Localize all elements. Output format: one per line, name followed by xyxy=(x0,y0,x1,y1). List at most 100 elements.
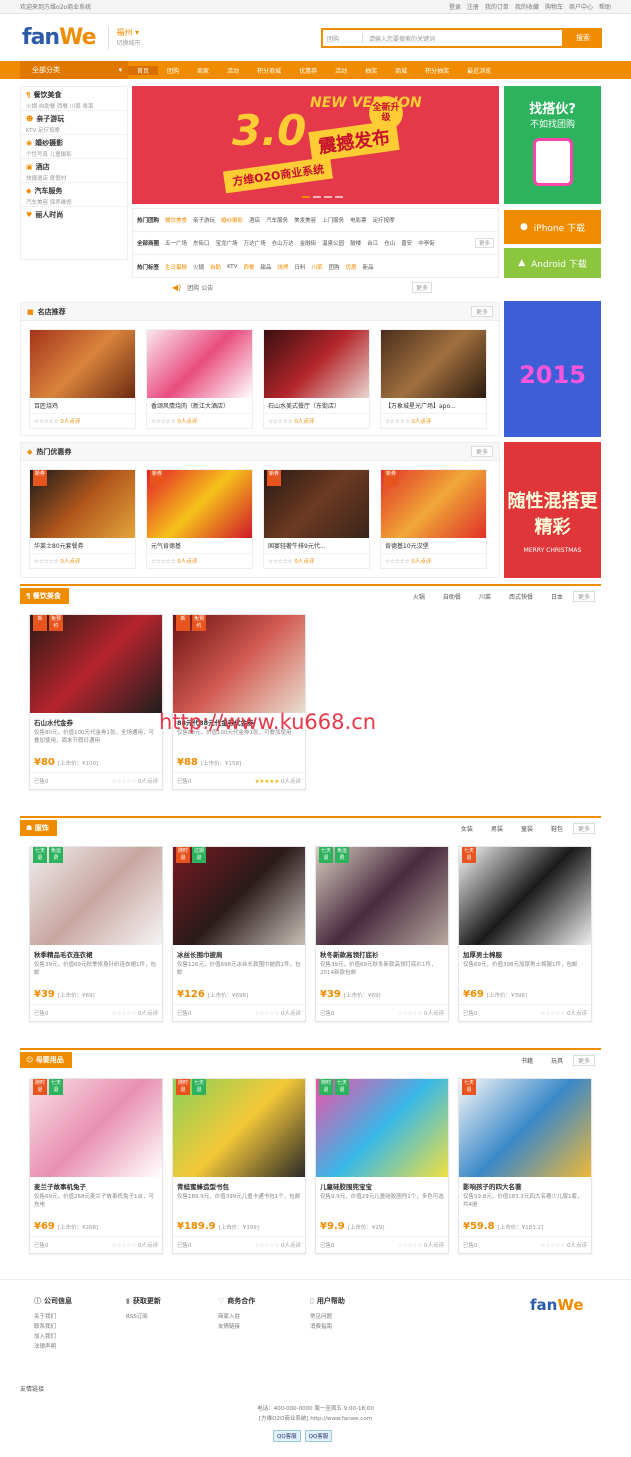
search-button[interactable]: 搜索 xyxy=(564,28,602,48)
coupon-card[interactable]: 新券 国宴轻奢牛排9元代... ☆☆☆☆☆ 0人点评 xyxy=(263,469,370,569)
shops-more-button[interactable]: 更多 xyxy=(470,306,493,317)
beauty-icon: ♥ xyxy=(26,211,33,219)
clothes-section: ☗ 服饰 女装 男装 童装 鞋包 更多 七天退 免运费 秋季精品毛衣连衣裙 仅售3… xyxy=(20,816,601,1038)
deal-card[interactable]: 新免预约 88元代88元代金券代金券 仅售88元，价值100元代金券1张，可叠加… xyxy=(172,614,306,790)
all-categories-button[interactable]: 全部分类 ▾ xyxy=(20,61,128,79)
nav-item[interactable]: 团购 xyxy=(158,66,188,75)
banner-badge: 全新升级 xyxy=(369,96,403,130)
announcement-more-button[interactable]: 更多 xyxy=(411,281,432,293)
copyright: 电话：400-000-0000 周一至周五 9:00-18:00 [方维O2O商… xyxy=(257,1406,374,1422)
filter-more-button[interactable]: 更多 xyxy=(474,238,494,248)
camera-icon: ◉ xyxy=(26,139,33,147)
new-year-ad[interactable]: 2015 xyxy=(504,301,601,437)
qq-service-button[interactable]: QQ客服 xyxy=(273,1430,301,1442)
baby-section-title: ☺ 母婴用品 xyxy=(20,1052,72,1068)
deal-card[interactable]: 随时退 七天退 儿童硅胶围兜宝宝 仅售9.9元，价值29元儿童硅胶围兜1个，多色可… xyxy=(315,1078,449,1254)
iphone-download-button[interactable]: ● iPhone 下载 xyxy=(504,210,601,244)
qq-buttons: QQ客服 QQ客服 xyxy=(273,1430,333,1442)
nav-item[interactable]: 商城 xyxy=(386,66,416,75)
filter-row-tags: 热门标签 生日蛋糕 火锅 自助 KTV 西餐 甜品 烧烤 日料 川菜 团购 优惠… xyxy=(137,263,374,271)
qq-service-button[interactable]: QQ客服 xyxy=(304,1430,333,1442)
top-link[interactable]: 商户中心 xyxy=(569,2,593,11)
watermark-text: http://www.ku668.cn xyxy=(159,710,377,734)
android-download-button[interactable]: ▲ Android 下载 xyxy=(504,248,601,278)
bookmark-icon: ▮ xyxy=(126,1297,130,1305)
shop-card[interactable]: 百匠烧鸡 ☆☆☆☆☆ 0人点评 xyxy=(29,329,136,429)
top-link[interactable]: 购物车 xyxy=(545,2,563,11)
baby-more-button[interactable]: 更多 xyxy=(572,1054,595,1066)
food-section: ¶ 餐饮美食 火锅 自助餐 川菜 西式快餐 日本 更多 新免预约 石山水代金券 … xyxy=(20,584,601,804)
announcement-bar: ◀) 团购 公告 更多 xyxy=(172,281,432,293)
sidebar-category[interactable]: ◆ 汽车服务 汽车美容 保养维修 xyxy=(21,183,127,207)
nav-item[interactable]: 抽奖 xyxy=(356,66,386,75)
car-icon: ◆ xyxy=(26,187,32,195)
promo-banner[interactable]: 3.0 NEW VERSION 震撼发布 全新升级 方维O2O商业系统 xyxy=(132,86,499,204)
sidebar-category[interactable]: ☻ 亲子游玩 KTV 足疗按摩 xyxy=(21,111,127,135)
coupon-card[interactable]: 新券 华莱士80元套餐券 ☆☆☆☆☆ 0人点评 xyxy=(29,469,136,569)
clothes-section-title: ☗ 服饰 xyxy=(20,820,57,836)
footer-col-company: ⓘ 公司信息 关于我们 联系我们 加入我们 法律声明 xyxy=(34,1297,72,1350)
top-link[interactable]: 注册 xyxy=(467,2,479,11)
city-switcher[interactable]: 福州 ▾ 切换城市 xyxy=(107,26,141,49)
baby-section: ☺ 母婴用品 书籍 玩具 更多 随时退 七天退 麦兰子故事机兔子 仅售69元，价值… xyxy=(20,1048,601,1270)
deal-card[interactable]: 随时退 七天退 青蛙蜜蜂造型书包 仅售189.9元，价值399元儿童卡通书包1个，… xyxy=(172,1078,306,1254)
banner-version: 3.0 xyxy=(232,106,307,155)
food-more-button[interactable]: 更多 xyxy=(572,590,595,602)
deal-card[interactable]: 随时退 过期退 冰丝长围巾披肩 仅售126元，价值698元冰丝长款围巾披肩1件，包… xyxy=(172,846,306,1022)
coupons-more-button[interactable]: 更多 xyxy=(470,446,493,457)
clothes-more-button[interactable]: 更多 xyxy=(572,822,595,834)
shop-card[interactable]: 石山水美式餐厅（东街店） ☆☆☆☆☆ 0人点评 xyxy=(263,329,370,429)
coupon-icon: ◆ xyxy=(27,447,33,456)
main-nav: 全部分类 ▾ 首页 团购 商家 活动 积分商城 优惠券 活动 抽奖 商城 积分抽奖… xyxy=(0,61,631,79)
apple-icon: ● xyxy=(519,222,528,232)
coupon-card[interactable]: 新券 元气肯德基 ☆☆☆☆☆ 0人点评 xyxy=(146,469,253,569)
sidebar-category[interactable]: ♥ 丽人时尚 xyxy=(21,207,127,231)
christmas-ad[interactable]: 随性混搭更精彩 MERRY CHRISTMAS xyxy=(504,442,601,578)
deal-card[interactable]: 随时退 七天退 麦兰子故事机兔子 仅售69元，价值268元麦兰子故事机兔子1台，可… xyxy=(29,1078,163,1254)
search-box: 团购 请输入您要搜索的关键词 xyxy=(321,28,564,48)
deal-card[interactable]: 七天退 免运费 秋冬新款高领打底衫 仅售39元，价值69元秋冬新款高领打底衫1件，… xyxy=(315,846,449,1022)
android-icon: ▲ xyxy=(518,258,526,268)
promo-tile-group-buy[interactable]: 找搭伙? 不如找团购 xyxy=(504,86,601,204)
friend-links[interactable]: 友情链接 xyxy=(20,1384,44,1393)
top-link[interactable]: 帮助 xyxy=(599,2,611,11)
hot-coupons-section: ◆ 热门优惠券 更多 新券 华莱士80元套餐券 ☆☆☆☆☆ 0人点评 新券 元气肯德基 ☆☆… xyxy=(20,442,500,578)
deal-card[interactable]: 七天退 免运费 秋季精品毛衣连衣裙 仅售39元，价值69元秋季修身针织连衣裙1件，… xyxy=(29,846,163,1022)
nav-item[interactable]: 活动 xyxy=(326,66,356,75)
shop-card[interactable]: 香颂风情烧肉（新江大酒店） ☆☆☆☆☆ 0人点评 xyxy=(146,329,253,429)
banner-dots[interactable] xyxy=(302,196,343,198)
nav-item[interactable]: 优惠券 xyxy=(290,66,326,75)
filter-row-area: 全部商圈 五一广场 东街口 宝龙广场 万达广场 仓山万达 金融街 温泉公园 鼓楼… xyxy=(133,232,498,255)
nav-item[interactable]: 积分抽奖 xyxy=(416,66,458,75)
site-logo[interactable]: fanWe xyxy=(22,25,97,50)
sidebar-category[interactable]: ¶ 餐饮美食 火锅 自助餐 西餐 川菜 粤菜 xyxy=(21,87,127,111)
nav-item[interactable]: 最近浏览 xyxy=(458,66,500,75)
footer-logo[interactable]: fanWe xyxy=(530,1296,584,1314)
top-link[interactable]: 登录 xyxy=(449,2,461,11)
coupon-card[interactable]: 新券 肯德基10元汉堡 ☆☆☆☆☆ 0人点评 xyxy=(380,469,487,569)
handshake-icon: ♡ xyxy=(218,1297,225,1305)
deal-card[interactable]: 七天退 加厚男士棉服 仅售69元，价值398元加厚男士棉服1件，包邮 ¥69 [上… xyxy=(458,846,592,1022)
shop-card[interactable]: 【万象城星光广场】apo... ☆☆☆☆☆ 0人点评 xyxy=(380,329,487,429)
search-bar: 团购 请输入您要搜索的关键词 搜索 xyxy=(321,28,602,48)
famous-shops-section: ■ 名店推荐 更多 百匠烧鸡 ☆☆☆☆☆ 0人点评 香颂风情烧肉（新江大酒店） ☆☆☆☆… xyxy=(20,302,500,436)
search-type-select[interactable]: 团购 xyxy=(323,33,363,43)
welcome-text: 欢迎来到方维o2o商业系统 xyxy=(20,4,92,11)
deal-card[interactable]: 新免预约 石山水代金券 仅售80元，价值100元代金券1张，全场通用，可叠加使用… xyxy=(29,614,163,790)
banner-subtitle: 方维O2O商业系统 xyxy=(222,156,334,194)
footer-col-business: ♡ 商务合作 商家入驻 友情链接 xyxy=(218,1297,256,1330)
sidebar-category[interactable]: ◉ 婚纱摄影 个性写真 儿童摄影 xyxy=(21,135,127,159)
sidebar-category[interactable]: ▣ 酒店 快捷酒店 度假村 xyxy=(21,159,127,183)
food-section-title: ¶ 餐饮美食 xyxy=(20,588,69,604)
footer-col-help: ▯ 用户帮助 常见问题 消费指南 xyxy=(310,1297,345,1330)
nav-item[interactable]: 活动 xyxy=(218,66,248,75)
quick-filters: 热门团购 餐饮美食 亲子游玩 婚纱摄影 酒店 汽车服务 美发美容 上门服务 电影… xyxy=(132,208,499,278)
top-link[interactable]: 我的收藏 xyxy=(515,2,539,11)
top-link[interactable]: 我的订单 xyxy=(485,2,509,11)
nav-item[interactable]: 首页 xyxy=(128,65,159,75)
nav-item[interactable]: 商家 xyxy=(188,66,218,75)
filter-row-hot: 热门团购 餐饮美食 亲子游玩 婚纱摄影 酒店 汽车服务 美发美容 上门服务 电影… xyxy=(133,209,498,232)
deal-card[interactable]: 七天退 影响孩子的四大名著 仅售59.8元，价值183.2元四大名著少儿版1套，… xyxy=(458,1078,592,1254)
nav-item[interactable]: 积分商城 xyxy=(248,66,290,75)
search-input[interactable]: 请输入您要搜索的关键词 xyxy=(363,34,435,43)
